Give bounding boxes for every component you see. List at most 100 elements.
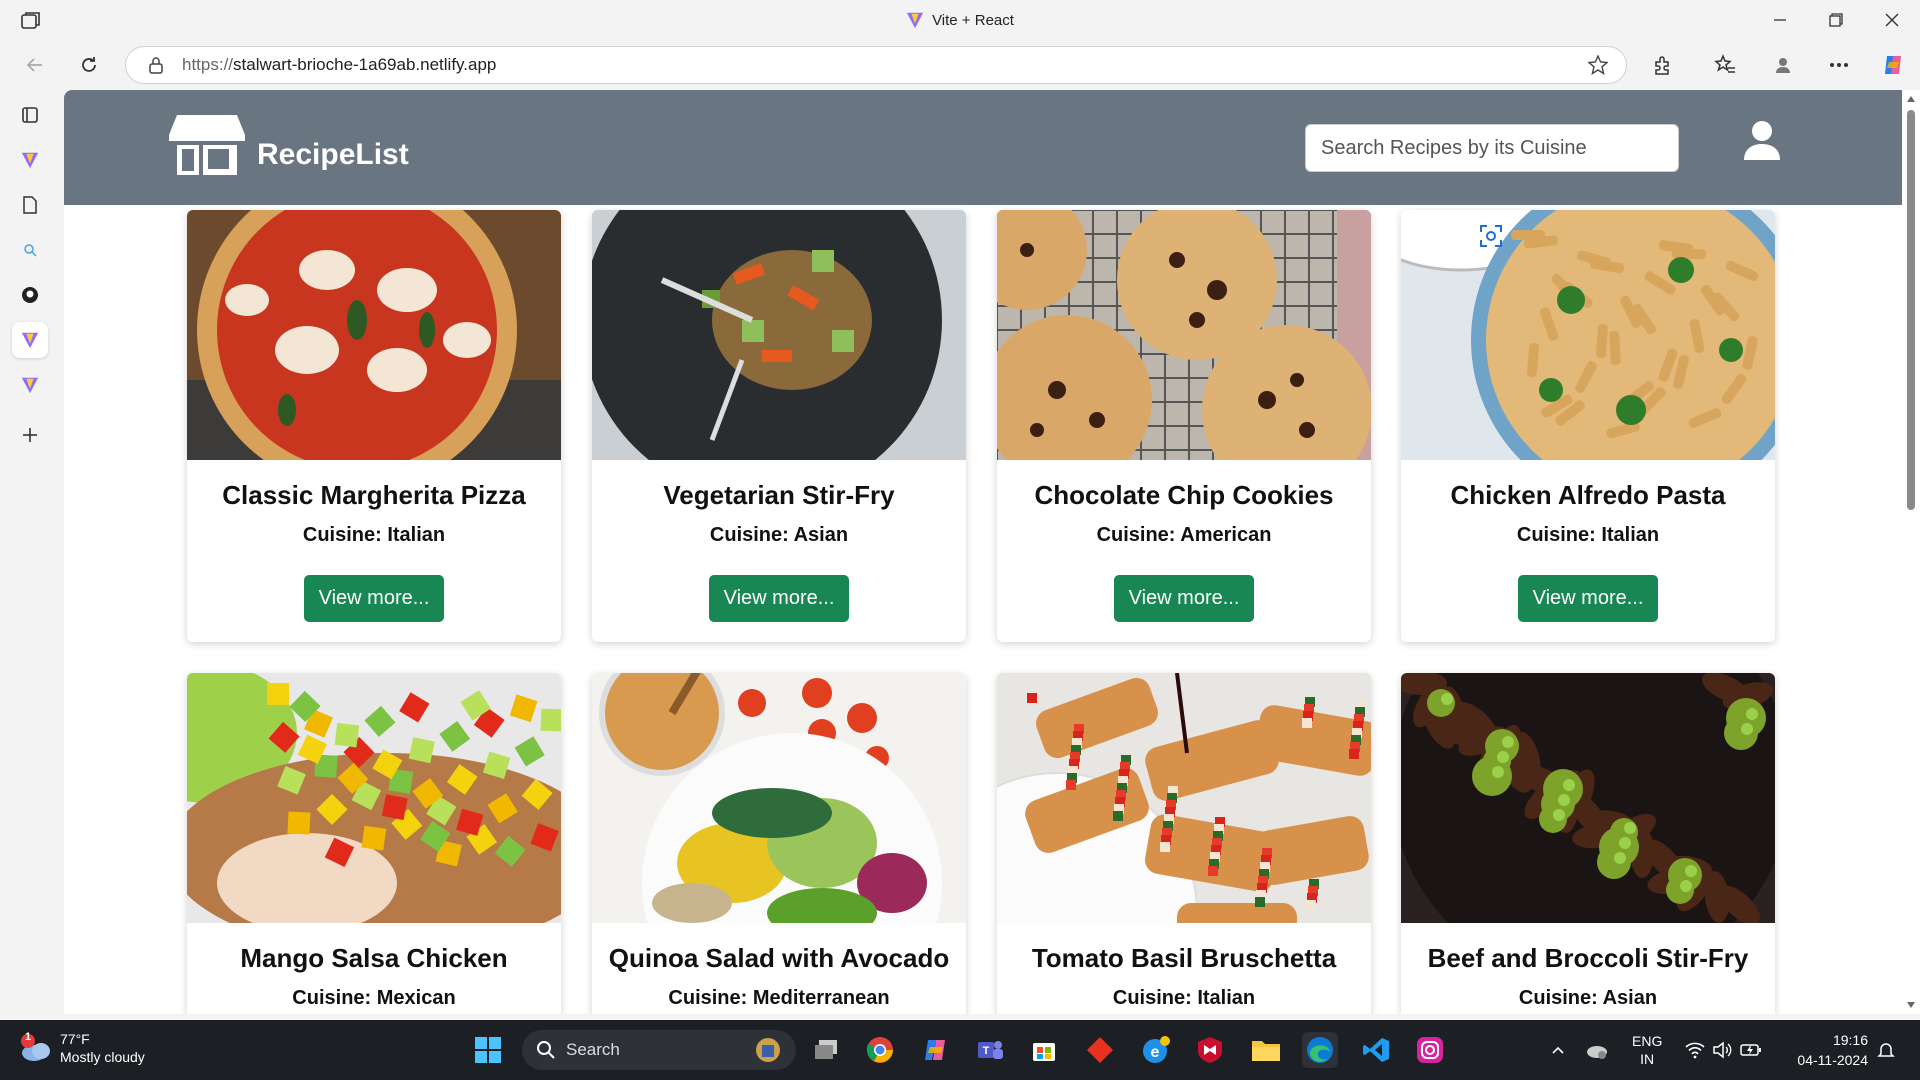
url-protocol: https:// [182,55,234,74]
windows-taskbar: 1 77°F Mostly cloudy Search T e ENG IN 1… [0,1020,1920,1080]
chevron-up-icon[interactable] [1550,1042,1566,1058]
more-menu-icon[interactable] [1826,52,1852,78]
recipe-card: Vegetarian Stir-Fry Cuisine: Asian View … [592,210,966,642]
search-highlight-icon [756,1038,780,1062]
taskbar-search[interactable]: Search [522,1030,796,1070]
recipe-cuisine: Cuisine: Asian [1518,987,1658,1009]
instagram-icon[interactable] [1412,1032,1448,1068]
url-text[interactable]: https://stalwart-brioche-1a69ab.netlify.… [182,55,496,75]
scroll-thumb[interactable] [1907,110,1915,510]
active-vite-tab-icon[interactable] [12,322,48,358]
window-title: Vite + React [0,0,1920,40]
vscode-icon[interactable] [1358,1032,1394,1068]
page-scrollbar[interactable] [1902,90,1920,1014]
copilot-icon[interactable] [1880,52,1906,78]
recipe-card: Mango Salsa Chicken Cuisine: Mexican Vie… [187,673,561,1014]
file-explorer-icon[interactable] [1248,1032,1284,1068]
view-more-button[interactable]: View more... [1518,575,1658,622]
recipe-cuisine: Cuisine: Mediterranean [668,987,890,1009]
recipe-title: Vegetarian Stir-Fry [663,480,895,510]
recipe-image [1401,673,1775,923]
new-tab-plus-icon[interactable] [15,420,45,450]
ie-app-icon[interactable]: e [1138,1032,1174,1068]
lock-icon[interactable] [148,56,164,74]
recipe-title: Beef and Broccoli Stir-Fry [1427,943,1749,973]
app-header: RecipeList [64,90,1902,205]
recipe-title: Classic Margherita Pizza [222,480,526,510]
recipe-title: Tomato Basil Bruschetta [1031,943,1337,973]
search-icon [537,1041,555,1059]
weather-desc: Mostly cloudy [60,1049,145,1065]
browser-title-bar: Vite + React [0,0,1920,40]
recipe-card: Tomato Basil Bruschetta Cuisine: Italian… [997,673,1371,1014]
window-controls [1752,0,1920,40]
view-more-button[interactable]: View more... [304,575,444,622]
recipe-image [592,210,966,460]
store-icon[interactable] [1026,1032,1062,1068]
red-app-icon[interactable] [1082,1032,1118,1068]
tab-actions-sidebar-icon[interactable] [15,100,45,130]
onedrive-icon[interactable] [1584,1040,1610,1060]
weather-widget[interactable]: 1 77°F Mostly cloudy [20,1030,145,1066]
lang-line1: ENG [1632,1033,1663,1049]
recipe-card: Beef and Broccoli Stir-Fry Cuisine: Asia… [1401,673,1775,1014]
restore-button[interactable] [1808,0,1864,40]
teams-icon[interactable]: T [972,1032,1008,1068]
clock-time: 19:16 [1832,1032,1868,1048]
language-indicator[interactable]: ENG IN [1632,1032,1662,1068]
recipe-title: Mango Salsa Chicken [240,943,508,973]
task-view-icon[interactable] [808,1032,844,1068]
address-bar-row: https://stalwart-brioche-1a69ab.netlify.… [0,40,1920,90]
battery-icon[interactable] [1740,1042,1762,1058]
recipe-cuisine: Cuisine: Italian [1516,524,1660,546]
window-title-text: Vite + React [932,11,1014,29]
document-tab-icon[interactable] [15,190,45,220]
notification-bell-icon[interactable] [1877,1041,1895,1059]
chrome-icon[interactable] [862,1032,898,1068]
wifi-icon[interactable] [1684,1041,1706,1059]
store-logo-icon [169,115,245,175]
github-tab-icon[interactable] [15,280,45,310]
visual-search-icon[interactable] [1479,224,1503,248]
vite-tab-2-icon[interactable] [15,370,45,400]
minimize-button[interactable] [1752,0,1808,40]
cuisine-search-input[interactable] [1305,124,1679,172]
brand-name: RecipeList [257,138,409,171]
url-host: stalwart-brioche-1a69ab.netlify.app [233,55,497,74]
taskbar-clock[interactable]: 19:16 04-11-2024 [1784,1030,1868,1070]
favorite-star-icon[interactable] [1588,55,1608,75]
recipe-image [997,210,1371,460]
extensions-icon[interactable] [1650,52,1676,78]
system-tray: ENG IN [1550,1020,1762,1080]
recipe-card: Chicken Alfredo Pasta Cuisine: Italian V… [1401,210,1775,642]
brand[interactable]: RecipeList [169,115,409,177]
weather-text: 77°F Mostly cloudy [60,1030,145,1066]
start-button[interactable] [470,1032,506,1068]
recipe-cuisine: Cuisine: Italian [302,524,446,546]
vite-tab-icon[interactable] [15,145,45,175]
svg-text:T: T [983,1045,990,1057]
recipe-image [187,673,561,923]
view-more-button[interactable]: View more... [1114,575,1254,622]
svg-text:e: e [1151,1044,1160,1061]
mcafee-icon[interactable] [1192,1032,1228,1068]
lang-line2: IN [1640,1051,1655,1067]
view-more-button[interactable]: View more... [709,575,849,622]
scroll-up-arrow-icon[interactable] [1906,94,1916,104]
search-tab-icon[interactable] [15,235,45,265]
recipe-card: Chocolate Chip Cookies Cuisine: American… [997,210,1371,642]
recipe-image [997,673,1371,923]
favorites-icon[interactable] [1712,52,1738,78]
edge-icon[interactable] [1302,1032,1338,1068]
close-button[interactable] [1864,0,1920,40]
scroll-down-arrow-icon[interactable] [1906,1000,1916,1010]
copilot-app-icon[interactable] [918,1032,954,1068]
volume-icon[interactable] [1712,1041,1732,1059]
windows-logo-icon [475,1037,501,1063]
back-button[interactable] [20,50,50,80]
profile-icon[interactable] [1770,52,1796,78]
recipe-cuisine: Cuisine: Mexican [292,987,456,1009]
address-bar[interactable]: https://stalwart-brioche-1a69ab.netlify.… [125,46,1627,84]
refresh-button[interactable] [74,50,104,80]
user-icon[interactable] [1744,120,1780,160]
